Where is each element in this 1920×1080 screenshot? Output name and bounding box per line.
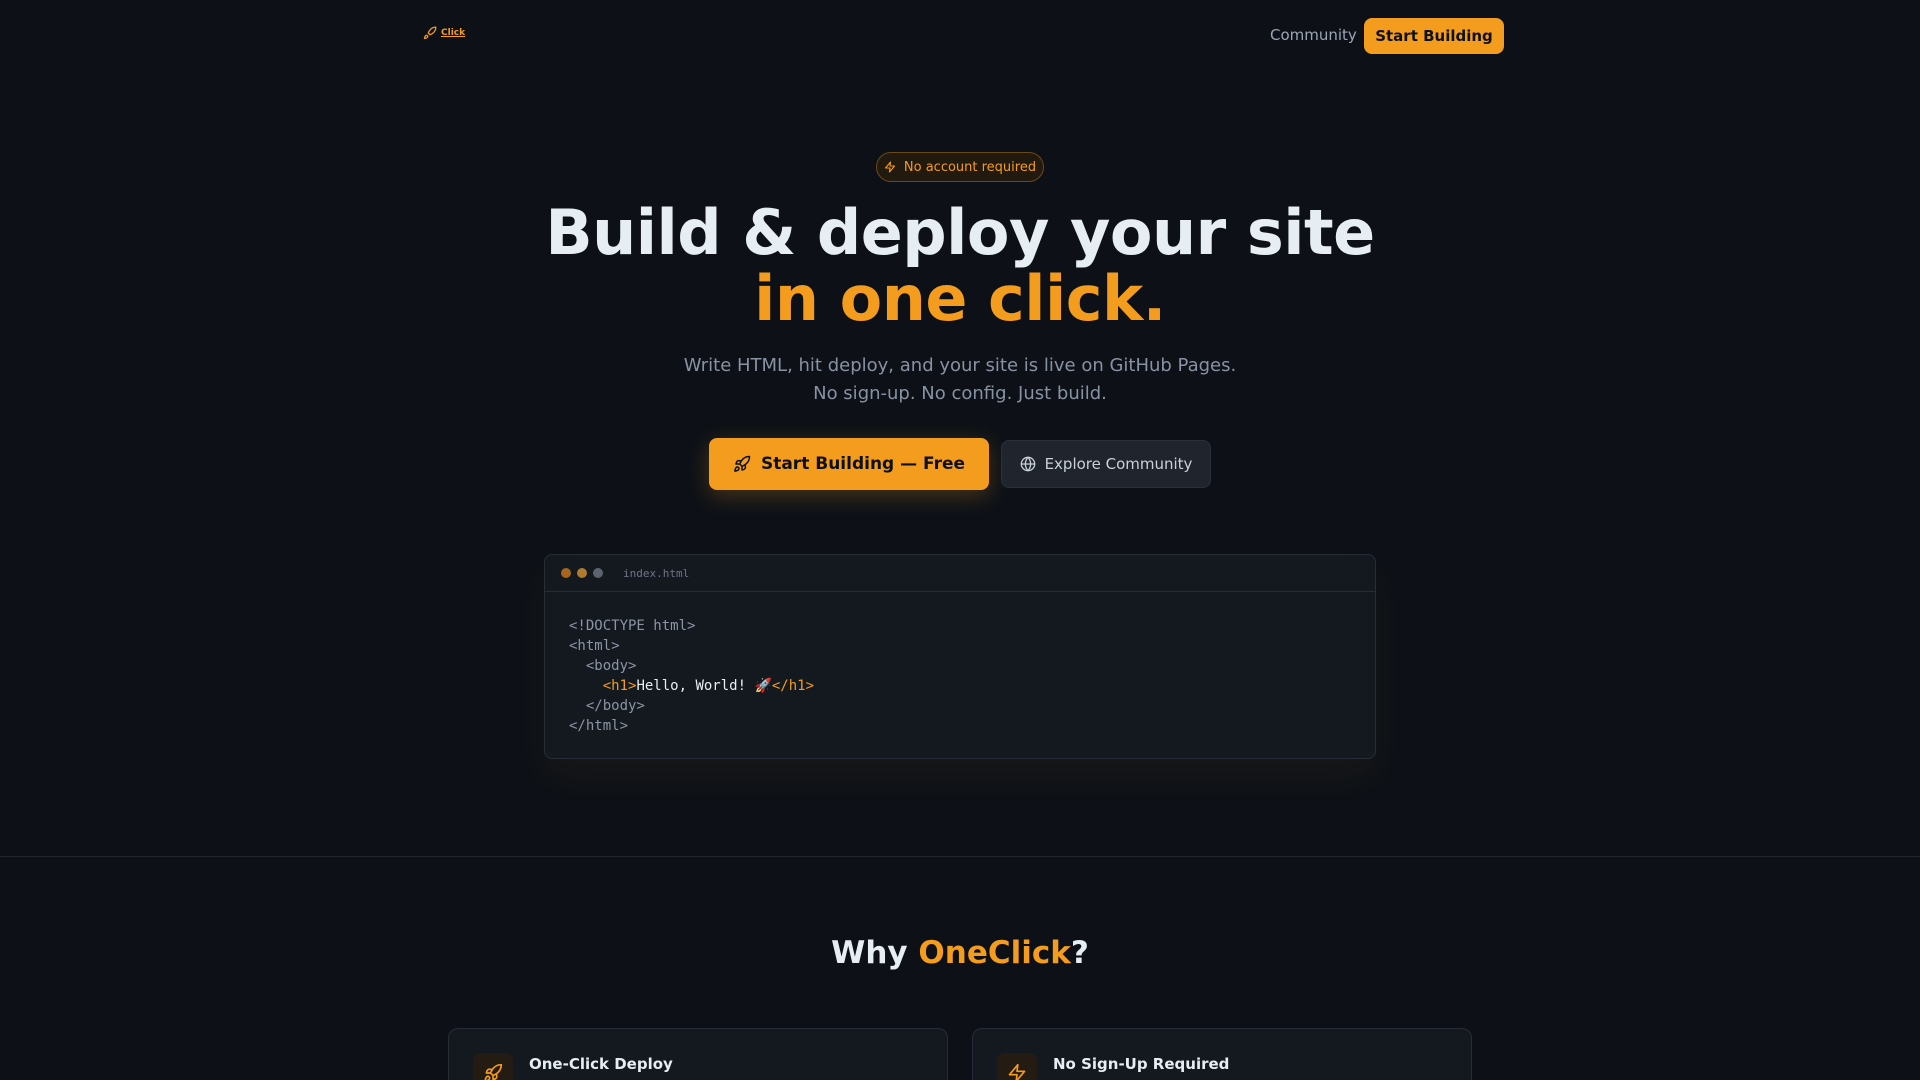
code-line: <body> — [569, 658, 637, 674]
primary-cta-label: Start Building — Free — [760, 454, 966, 474]
no-account-badge: No account required — [876, 152, 1044, 182]
headline-line-2: in one click. — [754, 262, 1166, 335]
feature-card-title: One-Click Deploy — [529, 1055, 673, 1073]
code-text: Hello, World! 🚀 — [636, 678, 772, 694]
bolt-icon — [884, 161, 895, 173]
code-line: <!DOCTYPE html> — [569, 618, 696, 634]
code-line-h1: <h1>Hello, World! 🚀</h1> — [569, 676, 1351, 696]
rocket-icon — [484, 1063, 503, 1080]
feature-card-one-click-deploy: One-Click Deploy — [448, 1028, 948, 1080]
start-building-free-button[interactable]: Start Building — Free — [709, 438, 989, 490]
features-heading-suffix: ? — [1070, 935, 1089, 971]
features-heading-accent: OneClick — [918, 935, 1071, 971]
feature-icon-box — [997, 1053, 1037, 1080]
nav-community-link[interactable]: Community — [1270, 26, 1357, 44]
headline-line-1: Build & deploy your site — [545, 196, 1375, 269]
logo[interactable]: Click — [422, 26, 465, 40]
feature-card-no-signup: No Sign-Up Required — [972, 1028, 1472, 1080]
window-dot-2 — [577, 568, 587, 578]
rocket-logo-icon — [423, 26, 437, 40]
feature-icon-box — [473, 1053, 513, 1080]
bolt-icon — [1008, 1063, 1026, 1080]
nav-start-building-button[interactable]: Start Building — [1364, 18, 1504, 54]
top-nav: Click Community Start Building — [0, 0, 1920, 72]
badge-text: No account required — [903, 159, 1037, 175]
code-tag-close: </h1> — [771, 678, 815, 694]
explore-community-button[interactable]: Explore Community — [1001, 440, 1211, 488]
hero-subtitle: Write HTML, hit deploy, and your site is… — [0, 352, 1920, 408]
code-preview-window: index.html <!DOCTYPE html> <html> <body>… — [544, 554, 1376, 759]
features-heading: Why OneClick? — [0, 935, 1920, 971]
code-window-titlebar: index.html — [545, 555, 1375, 592]
section-divider — [0, 856, 1920, 857]
code-line: <html> — [569, 638, 620, 654]
globe-icon — [1020, 456, 1035, 472]
hero-headline: Build & deploy your site in one click. — [0, 200, 1920, 332]
features-heading-prefix: Why — [831, 935, 919, 971]
window-dot-3 — [593, 568, 603, 578]
secondary-cta-label: Explore Community — [1044, 455, 1193, 473]
code-line: </html> — [569, 718, 629, 734]
rocket-icon — [734, 455, 751, 472]
code-body: <!DOCTYPE html> <html> <body> <h1>Hello,… — [545, 592, 1375, 760]
code-tag-open: <h1> — [602, 678, 637, 694]
subtitle-line-1: Write HTML, hit deploy, and your site is… — [683, 355, 1237, 376]
feature-card-title: No Sign-Up Required — [1053, 1055, 1230, 1073]
logo-text: Click — [441, 28, 466, 38]
code-line: </body> — [569, 698, 645, 714]
subtitle-line-2: No sign-up. No config. Just build. — [813, 383, 1107, 404]
code-filename: index.html — [623, 566, 690, 580]
window-dot-1 — [561, 568, 571, 578]
